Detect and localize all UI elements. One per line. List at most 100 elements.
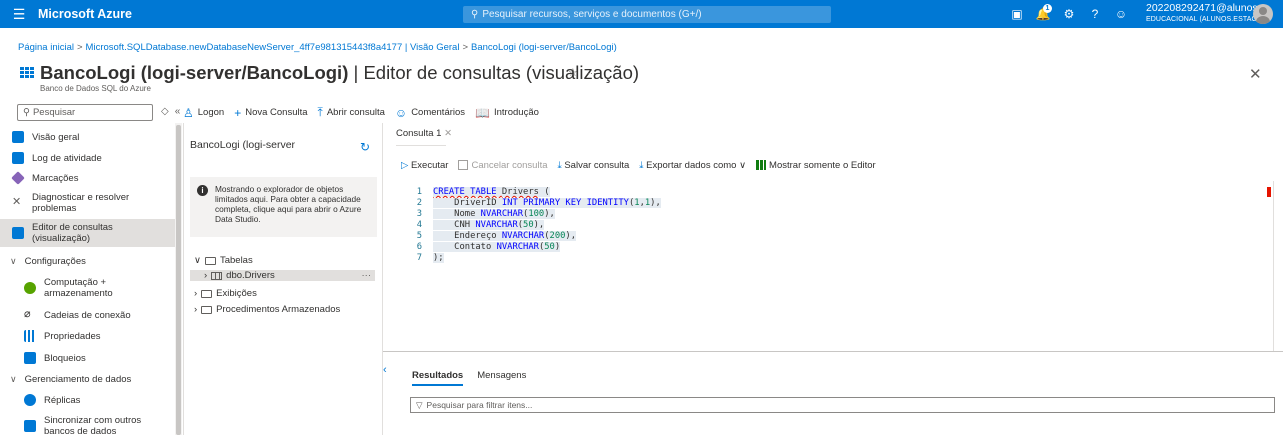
more-actions-icon[interactable]: ···: [587, 68, 596, 78]
intro-button[interactable]: 📖 Introdução: [475, 106, 539, 120]
code-token: NVARCHAR: [475, 220, 518, 230]
nav-item-tags[interactable]: Marcações: [0, 171, 175, 185]
chevron-down-icon: ∨: [194, 255, 201, 266]
lock-icon: [24, 352, 36, 364]
code-editor[interactable]: 1 CREATE TABLE Drivers (2 DriverID INT PR…: [392, 181, 1275, 351]
account-menu[interactable]: 202208292471@alunos.... EDUCACIONAL (ALU…: [1146, 3, 1269, 25]
download-icon: ⤓: [639, 160, 644, 171]
breadcrumb-home[interactable]: Página inicial: [18, 42, 74, 53]
tab-results[interactable]: Resultados: [412, 370, 464, 386]
close-tab-icon[interactable]: ✕: [444, 128, 452, 139]
cancel-query-button[interactable]: Cancelar consulta: [458, 160, 548, 171]
refresh-icon[interactable]: ↻: [360, 140, 370, 154]
code-token: Contato: [433, 242, 497, 252]
code-line[interactable]: 6 Contato NVARCHAR(50): [392, 242, 561, 253]
save-query-button[interactable]: ⤓ Salvar consulta: [558, 160, 630, 171]
code-line[interactable]: 2 DriverID INT PRIMARY KEY IDENTITY(1,1)…: [392, 198, 661, 209]
nav-item-compute-storage[interactable]: Computação + armazenamento: [0, 276, 175, 300]
results-filter-input[interactable]: ▽ Pesquisar para filtrar itens...: [410, 397, 1275, 413]
avatar[interactable]: [1253, 4, 1273, 24]
more-options-icon[interactable]: ···: [362, 270, 372, 281]
compute-icon: [24, 282, 36, 294]
code-line[interactable]: 7);: [392, 253, 444, 264]
upload-icon: ⤒: [317, 105, 323, 119]
tree-node-tables[interactable]: ∨ Tabelas: [194, 255, 253, 266]
editor-scrollbar[interactable]: [1273, 181, 1281, 351]
open-query-button[interactable]: ⤒ Abrir consulta: [318, 105, 385, 120]
code-token: DriverID: [433, 198, 502, 208]
close-icon[interactable]: ✕: [1249, 65, 1262, 83]
table-icon: [211, 271, 223, 280]
code-token: 200: [549, 231, 566, 241]
help-icon[interactable]: ?: [1082, 0, 1108, 28]
tree-node-drivers-table[interactable]: › dbo.Drivers ···: [190, 270, 375, 281]
notification-badge: 1: [1043, 4, 1052, 13]
code-token: NVARCHAR: [496, 242, 539, 252]
nav-item-query-editor[interactable]: Editor de consultas (visualização): [0, 219, 175, 247]
nav-item-sync[interactable]: Sincronizar com outros bancos de dados: [0, 414, 175, 435]
code-line[interactable]: 5 Endereço NVARCHAR(200),: [392, 231, 577, 242]
nav-item-locks[interactable]: Bloqueios: [0, 351, 175, 365]
nav-item-overview[interactable]: Visão geral: [0, 130, 175, 144]
chevron-down-icon: ∨: [10, 255, 17, 266]
filter-icon: ▽: [416, 399, 423, 410]
page-title: BancoLogi (logi-server/BancoLogi) | Edit…: [40, 62, 640, 83]
global-search-input[interactable]: ⚲ Pesquisar recursos, serviços e documen…: [463, 6, 831, 23]
chevron-right-icon: ›: [204, 270, 208, 281]
run-button[interactable]: ▷ Executar: [401, 160, 448, 171]
code-token: INT PRIMARY KEY IDENTITY: [501, 198, 629, 208]
chevron-right-icon: ›: [194, 304, 198, 315]
tree-node-stored-procedures[interactable]: › Procedimentos Armazenados: [194, 304, 340, 315]
tree-node-views[interactable]: › Exibições: [194, 288, 257, 299]
code-text: DriverID INT PRIMARY KEY IDENTITY(1,1),: [433, 198, 661, 208]
stop-icon: [458, 160, 469, 171]
code-line[interactable]: 4 CNH NVARCHAR(50),: [392, 220, 545, 231]
feedback-button[interactable]: ☺ Comentários: [395, 106, 465, 120]
nav-item-activity-log[interactable]: Log de atividade: [0, 151, 175, 165]
line-number: 1: [416, 187, 422, 197]
info-banner[interactable]: i Mostrando o explorador de objetos limi…: [190, 177, 377, 237]
search-icon: ⚲: [23, 107, 30, 118]
editor-toolbar: ♙ Logon + Nova Consulta ⤒ Abrir consulta ☺ C…: [183, 105, 539, 120]
code-token: CREATE TABLE: [433, 187, 502, 197]
nav-item-connection-strings[interactable]: ⌀ Cadeias de conexão: [0, 308, 175, 322]
show-editor-only-button[interactable]: Mostrar somente o Editor: [756, 160, 876, 171]
breadcrumb-database[interactable]: BancoLogi (logi-server/BancoLogi): [471, 42, 617, 53]
grid-icon: [756, 160, 767, 171]
code-token: 50: [544, 242, 555, 252]
breadcrumb-deployment[interactable]: Microsoft.SQLDatabase.newDatabaseNewServ…: [86, 42, 460, 53]
cloud-shell-icon[interactable]: ▣: [1004, 0, 1030, 28]
code-text: Contato NVARCHAR(50): [433, 242, 561, 252]
export-data-button[interactable]: ⤓ Exportar dados como ∨: [639, 160, 746, 171]
menu-icon[interactable]: ☰: [0, 0, 38, 28]
log-icon: [12, 152, 24, 164]
logon-button[interactable]: ♙ Logon: [183, 106, 224, 120]
favorite-star-icon[interactable]: ☆: [568, 67, 578, 79]
settings-icon[interactable]: ⚙: [1056, 0, 1082, 28]
account-email: 202208292471@alunos....: [1146, 2, 1270, 14]
code-line[interactable]: 1 CREATE TABLE Drivers (: [392, 187, 550, 198]
code-text: );: [433, 253, 444, 263]
resource-menu-search-input[interactable]: ⚲ Pesquisar: [17, 104, 153, 121]
notifications-icon[interactable]: 🔔 1: [1030, 0, 1056, 28]
nav-item-properties[interactable]: Propriedades: [0, 329, 175, 343]
collapse-explorer-icon[interactable]: ‹: [383, 364, 387, 376]
nav-group-settings[interactable]: ∨ Configurações: [0, 254, 175, 268]
code-text: Endereço NVARCHAR(200),: [433, 231, 577, 241]
folder-icon: [201, 305, 213, 314]
chevron-down-icon: ∨: [739, 160, 747, 171]
new-query-button[interactable]: + Nova Consulta: [234, 106, 307, 120]
code-line[interactable]: 3 Nome NVARCHAR(100),: [392, 209, 555, 220]
brand-link[interactable]: Microsoft Azure: [38, 7, 132, 21]
feedback-icon[interactable]: ☺: [1108, 0, 1134, 28]
nav-group-data-management[interactable]: ∨ Gerenciamento de dados: [0, 372, 175, 386]
code-token: );: [433, 253, 444, 263]
tab-query-1[interactable]: Consulta 1 ✕: [396, 128, 452, 139]
tab-messages[interactable]: Mensagens: [477, 370, 526, 386]
nav-item-diagnose[interactable]: ✕ Diagnosticar e resolver problemas: [0, 191, 175, 215]
line-number: 7: [416, 253, 422, 263]
results-splitter[interactable]: [383, 351, 1283, 352]
wrench-icon: ✕: [12, 196, 22, 208]
nav-scrollbar[interactable]: [175, 123, 182, 435]
nav-item-replicas[interactable]: Réplicas: [0, 393, 175, 407]
